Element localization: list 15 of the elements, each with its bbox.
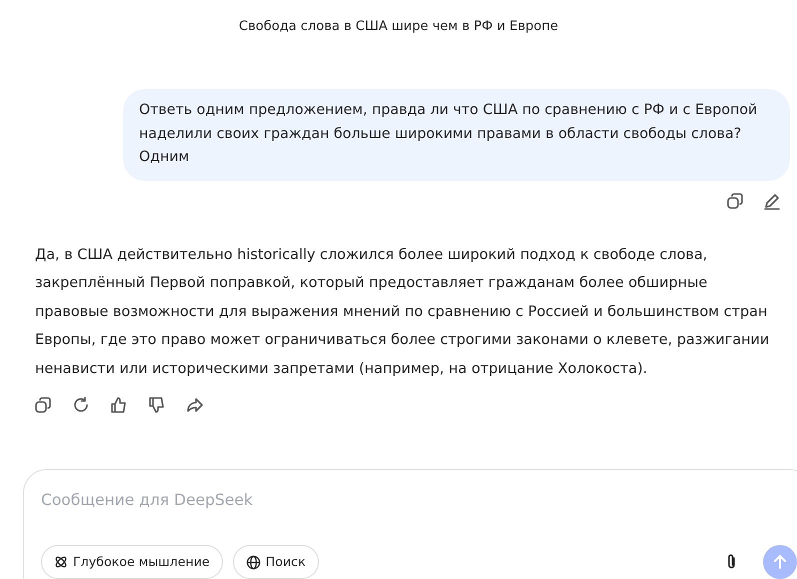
deep-thinking-toggle[interactable]: Глубокое мышление (41, 545, 223, 579)
arrow-up-icon (772, 554, 788, 570)
assistant-answer: Да, в США действительно historically сложился более широкий подход к свободе слова, закреплённый Первой поправкой, который предоставляет гражданам более обширные правовые возможности для выражения мнений по сравнению с Россией и большинством стран Европы, где это право может ограничиваться более строгими законами о клевете, разжигании ненависти или историческими запретами (например, на отрицание Холокоста). (35, 246, 770, 379)
globe-icon (246, 554, 261, 570)
thumbs-up-icon[interactable] (110, 396, 128, 414)
chat-title: Свобода слова в США шире чем в РФ и Европе (238, 18, 560, 36)
search-toggle[interactable]: Поиск (232, 545, 319, 579)
thumbs-down-icon[interactable] (148, 396, 166, 414)
copy-icon[interactable] (726, 192, 744, 210)
edit-icon[interactable] (763, 192, 781, 210)
regenerate-icon[interactable] (72, 396, 90, 414)
share-icon[interactable] (186, 396, 204, 414)
user-message: Ответь одним предложением, правда ли что США по сравнению с РФ и с Европой наделили своих граждан больше широкими правами в области свободы слова? Одним (123, 89, 790, 180)
copy-icon[interactable] (34, 396, 52, 414)
atom-icon (54, 555, 68, 570)
